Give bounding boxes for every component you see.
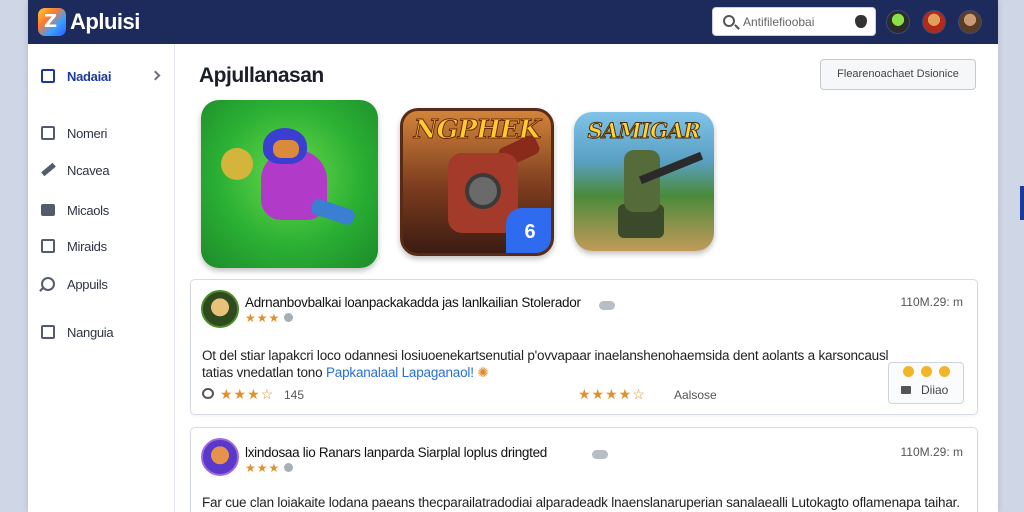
box-icon (41, 204, 55, 216)
review-footer: ★★★☆ 145 ★★★★☆ Aalsose (202, 386, 902, 402)
gallery-icon (41, 325, 55, 339)
logo-letter: Z (44, 11, 58, 32)
review-link[interactable]: Papkanalaal Lapaganaol! (326, 365, 474, 380)
review-text: Ot del stiar lapakcri loco odannesi losi… (202, 348, 889, 380)
reviewer-avatar[interactable] (201, 290, 239, 328)
sidekick-character (221, 148, 253, 180)
emoji-icon (939, 366, 950, 377)
review-time: 110M.29: m (900, 295, 963, 309)
sidebar-item-miraids[interactable]: Miraids (28, 231, 175, 261)
review-body: Ot del stiar lapakcri loco odannesi losi… (202, 347, 922, 381)
app-card-ngphek[interactable]: NGPHEK 6 (400, 108, 554, 256)
review-card: lxindosaa lio Ranars lanparda Siarplal l… (190, 427, 978, 512)
reply-icon (901, 386, 911, 394)
emoji-icon (903, 366, 914, 377)
sidebar-item-nadaiai[interactable]: Nadaiai (28, 61, 175, 91)
user-avatar-1[interactable] (886, 10, 910, 34)
sidebar-item-label: Appuils (67, 277, 108, 292)
sidebar-item-micaols[interactable]: Micaols (28, 195, 175, 225)
search-icon (723, 15, 735, 27)
clipboard-icon (41, 126, 55, 140)
app-card-hero[interactable] (201, 100, 378, 268)
info-icon (284, 313, 294, 322)
review-title: lxindosaa lio Ranars lanparda Siarplal l… (245, 445, 547, 460)
sidebar-item-ncavea[interactable]: Ncavea (28, 155, 175, 185)
top-header: Z Apluisi (28, 0, 998, 44)
sidebar-item-label: Nomeri (67, 126, 108, 141)
sidebar-item-label: Nadaiai (67, 69, 112, 84)
microphone-icon[interactable] (855, 15, 867, 28)
review-card: Adrnanbovbalkai loanpackakadda jas lanlk… (190, 279, 978, 415)
rating-stars: ★★★ (245, 311, 281, 325)
review-time: 110M.29: m (900, 445, 963, 459)
reply-button[interactable]: Diiao (888, 362, 964, 404)
footer-stars-right[interactable]: ★★★★☆ (578, 386, 646, 403)
sidebar-item-label: Nanguia (67, 325, 114, 340)
review-tag-icon (599, 301, 615, 310)
pencil-icon (41, 163, 55, 177)
reviewer-avatar[interactable] (201, 438, 239, 476)
review-rating: ★★★ (245, 461, 294, 475)
hero-blaster (309, 197, 357, 227)
filter-button[interactable]: Flearenoachaet Dsionice (820, 59, 976, 90)
sparkle-icon: ✺ (477, 365, 489, 380)
sidebar-item-label: Ncavea (67, 163, 110, 178)
app-card-title: SAMIGAR (587, 118, 701, 144)
pin-icon (41, 277, 55, 291)
review-rating: ★★★ (245, 311, 294, 325)
comment-count: 145 (284, 388, 305, 402)
robot-eye (465, 173, 501, 209)
main-content: Apjullanasan Flearenoachaet Dsionice NGP… (175, 44, 998, 512)
sidebar-item-nanguia[interactable]: Nanguia (28, 317, 175, 347)
scroll-indicator[interactable] (1020, 186, 1024, 220)
reply-label: Diiao (921, 383, 949, 397)
search-input[interactable] (743, 14, 843, 30)
search-bar[interactable] (712, 7, 876, 36)
image-icon (41, 239, 55, 253)
app-logo-icon[interactable]: Z (38, 8, 66, 36)
comment-icon[interactable] (202, 388, 214, 399)
info-icon (284, 463, 294, 472)
user-avatar-2[interactable] (922, 10, 946, 34)
user-avatar-3[interactable] (958, 10, 982, 34)
footer-label: Aalsose (674, 388, 717, 402)
chevron-right-icon (150, 70, 161, 81)
app-card-badge: 6 (506, 208, 551, 253)
list-icon (41, 69, 55, 83)
sidebar-item-nomeri[interactable]: Nomeri (28, 118, 175, 148)
sidebar-item-label: Micaols (67, 203, 109, 218)
review-title: Adrnanbovbalkai loanpackakadda jas lanlk… (245, 295, 581, 310)
sidebar-item-label: Miraids (67, 239, 107, 254)
review-body: Far cue clan loiakaite lodana paeans the… (202, 495, 960, 510)
app-window: Z Apluisi Nadaiai Nomeri Ncavea Micaols (28, 0, 998, 512)
footer-stars-left: ★★★☆ (220, 386, 275, 402)
sidebar: Nadaiai Nomeri Ncavea Micaols Miraids Ap… (28, 44, 175, 512)
emoji-icon (921, 366, 932, 377)
app-title[interactable]: Apluisi (70, 9, 140, 35)
sidebar-item-appuils[interactable]: Appuils (28, 269, 175, 299)
app-card-samigar[interactable]: SAMIGAR (574, 112, 714, 251)
review-tag-icon (592, 450, 608, 459)
page-title: Apjullanasan (199, 64, 324, 87)
hero-face (273, 140, 299, 158)
rating-stars: ★★★ (245, 461, 281, 475)
